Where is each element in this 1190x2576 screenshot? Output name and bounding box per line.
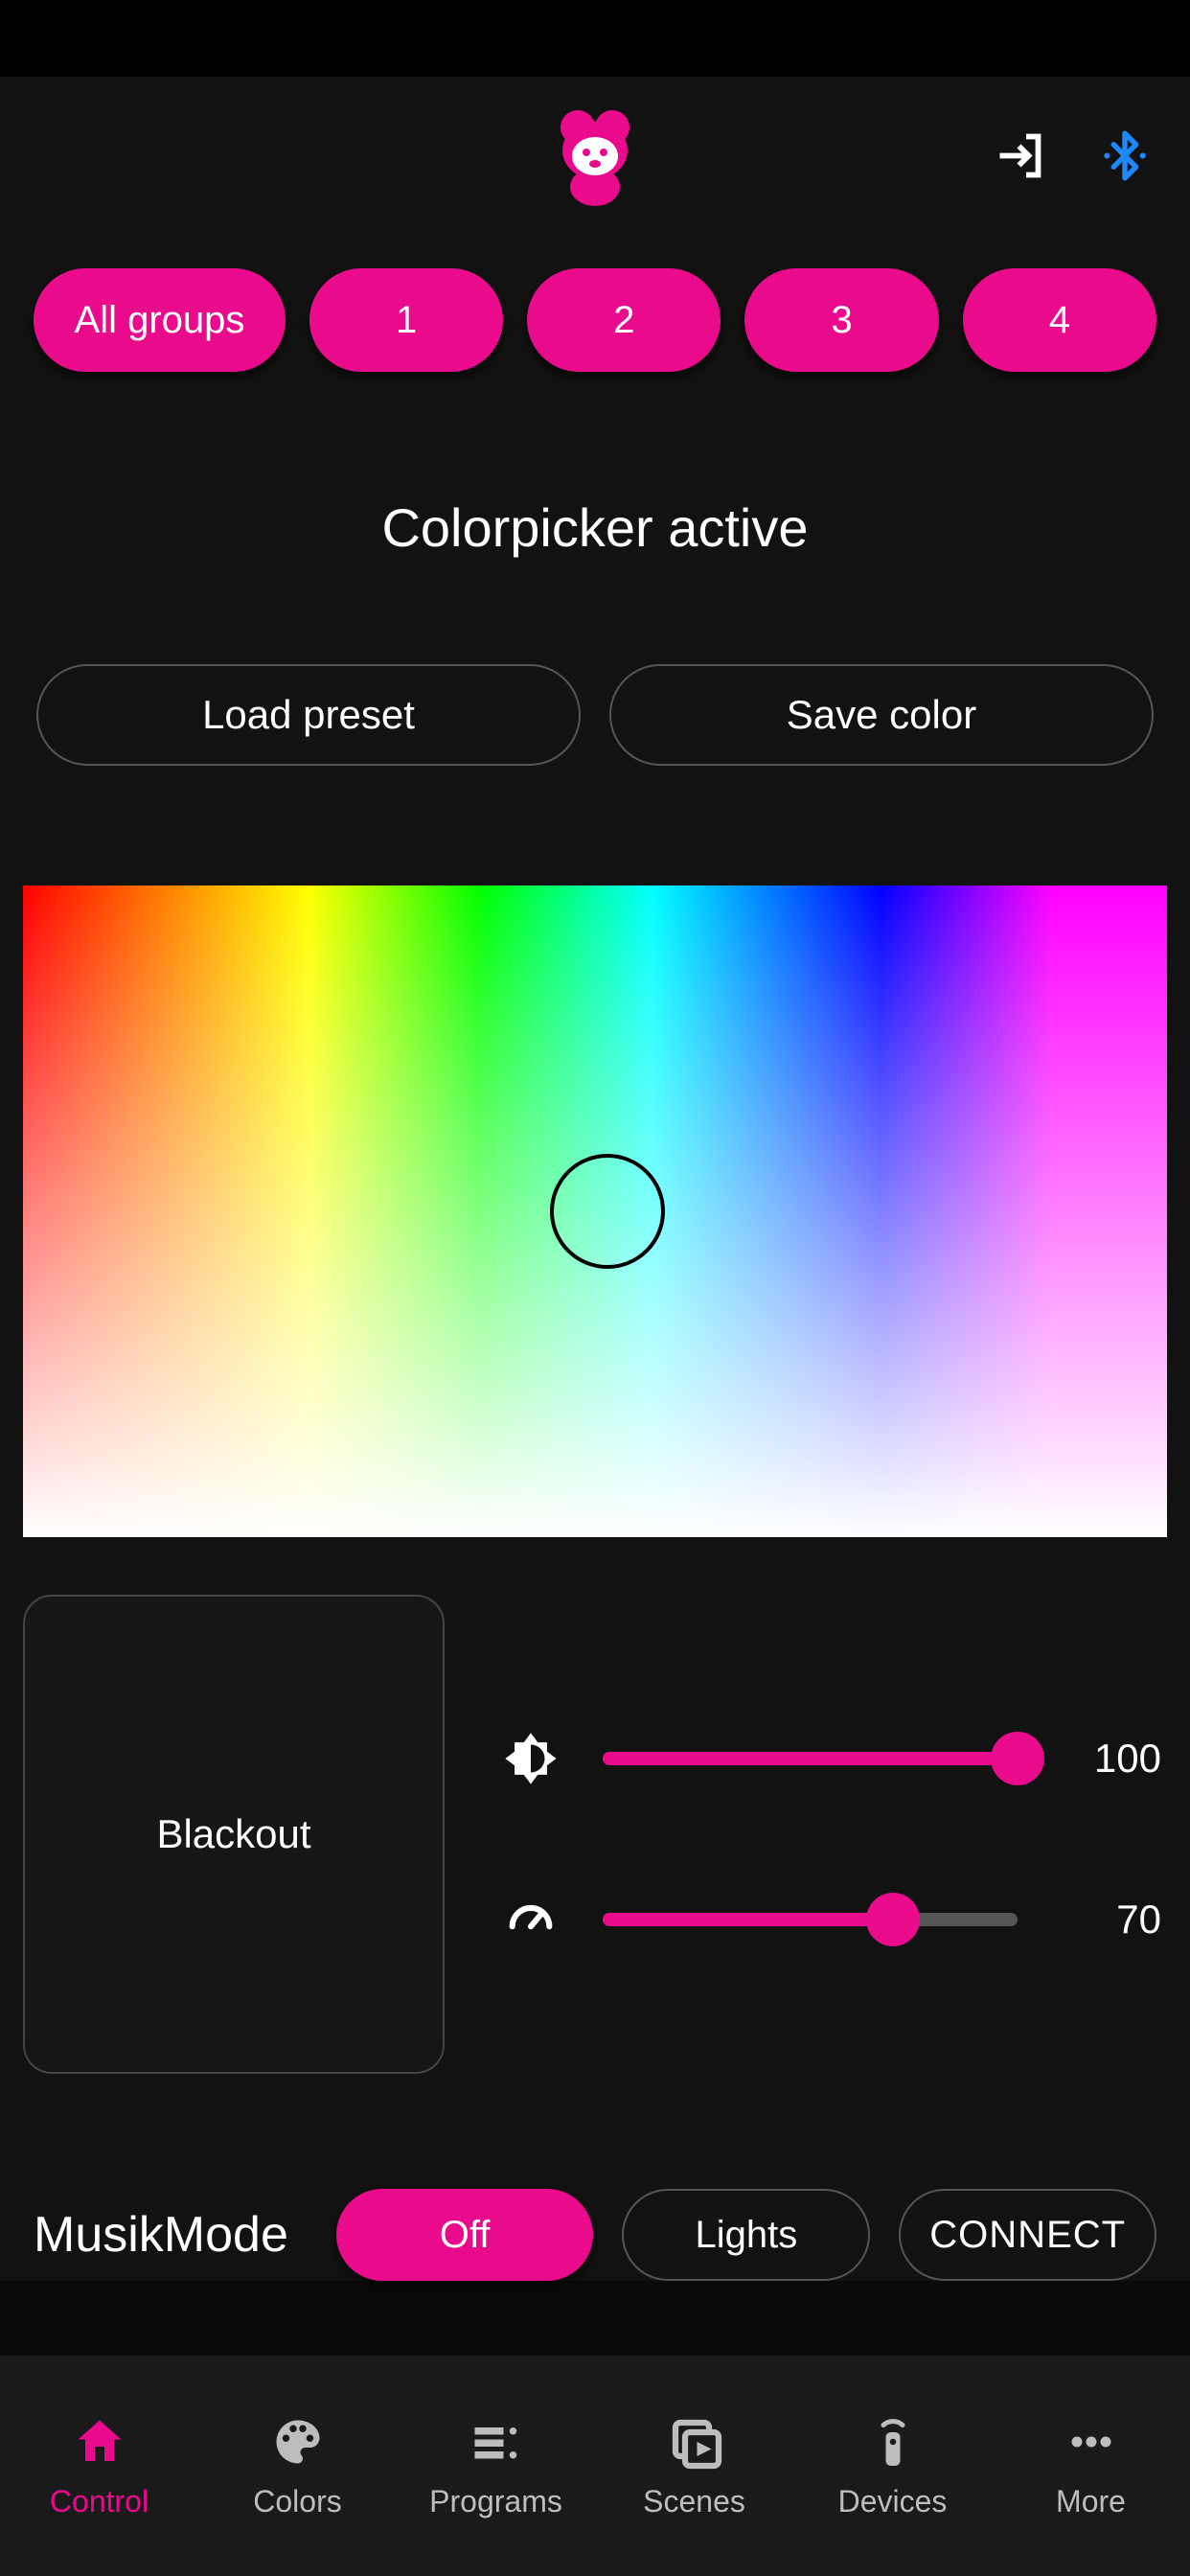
app-header bbox=[0, 96, 1190, 220]
brightness-value: 100 bbox=[1056, 1736, 1161, 1782]
page-title: Colorpicker active bbox=[0, 496, 1190, 559]
group-pill-3[interactable]: 3 bbox=[744, 268, 938, 372]
scenes-icon bbox=[666, 2413, 723, 2471]
music-mode-row: MusikMode Off Lights CONNECT bbox=[0, 2189, 1190, 2281]
speed-icon bbox=[497, 1892, 564, 1947]
bottom-tab-bar: Control Colors Programs Scenes Devices M… bbox=[0, 2356, 1190, 2576]
bluetooth-icon[interactable] bbox=[1098, 129, 1152, 188]
music-connect-button[interactable]: CONNECT bbox=[899, 2189, 1156, 2281]
brightness-icon bbox=[497, 1731, 564, 1786]
group-pill-1[interactable]: 1 bbox=[309, 268, 503, 372]
color-picker-cursor bbox=[550, 1154, 665, 1269]
brightness-slider: 100 bbox=[497, 1731, 1161, 1786]
save-color-button[interactable]: Save color bbox=[609, 664, 1154, 766]
music-off-button[interactable]: Off bbox=[336, 2189, 593, 2281]
group-pill-4[interactable]: 4 bbox=[963, 268, 1156, 372]
list-icon bbox=[468, 2413, 525, 2471]
group-pill-all[interactable]: All groups bbox=[34, 268, 286, 372]
speed-track[interactable] bbox=[603, 1913, 1018, 1926]
tab-label: Devices bbox=[838, 2484, 948, 2519]
app-logo bbox=[542, 105, 648, 211]
tab-label: Control bbox=[50, 2484, 149, 2519]
tab-scenes[interactable]: Scenes bbox=[595, 2356, 793, 2576]
home-icon bbox=[71, 2413, 128, 2471]
music-lights-button[interactable]: Lights bbox=[622, 2189, 870, 2281]
tab-control[interactable]: Control bbox=[0, 2356, 198, 2576]
preset-actions: Load preset Save color bbox=[0, 664, 1190, 766]
tab-more[interactable]: More bbox=[992, 2356, 1190, 2576]
remote-icon bbox=[864, 2413, 922, 2471]
music-mode-label: MusikMode bbox=[34, 2206, 288, 2264]
load-preset-button[interactable]: Load preset bbox=[36, 664, 581, 766]
tab-label: More bbox=[1056, 2484, 1126, 2519]
monkey-logo-icon bbox=[547, 110, 643, 206]
palette-icon bbox=[269, 2413, 327, 2471]
status-bar bbox=[0, 0, 1190, 77]
speed-slider: 70 bbox=[497, 1892, 1161, 1947]
tab-label: Programs bbox=[429, 2484, 562, 2519]
color-picker-area[interactable] bbox=[23, 886, 1167, 1537]
tab-label: Scenes bbox=[643, 2484, 745, 2519]
group-pill-2[interactable]: 2 bbox=[527, 268, 721, 372]
tab-programs[interactable]: Programs bbox=[397, 2356, 595, 2576]
brightness-track[interactable] bbox=[603, 1752, 1018, 1765]
tab-label: Colors bbox=[253, 2484, 341, 2519]
login-icon[interactable] bbox=[993, 127, 1050, 190]
app-root: All groups 1 2 3 4 Colorpicker active Lo… bbox=[0, 77, 1190, 2281]
tab-devices[interactable]: Devices bbox=[793, 2356, 992, 2576]
speed-value: 70 bbox=[1056, 1897, 1161, 1943]
controls-row: Blackout 100 bbox=[0, 1595, 1190, 2074]
sliders: 100 70 bbox=[497, 1595, 1161, 2074]
tab-colors[interactable]: Colors bbox=[198, 2356, 397, 2576]
group-selector: All groups 1 2 3 4 bbox=[0, 220, 1190, 372]
more-icon bbox=[1063, 2413, 1120, 2471]
blackout-button[interactable]: Blackout bbox=[23, 1595, 445, 2074]
